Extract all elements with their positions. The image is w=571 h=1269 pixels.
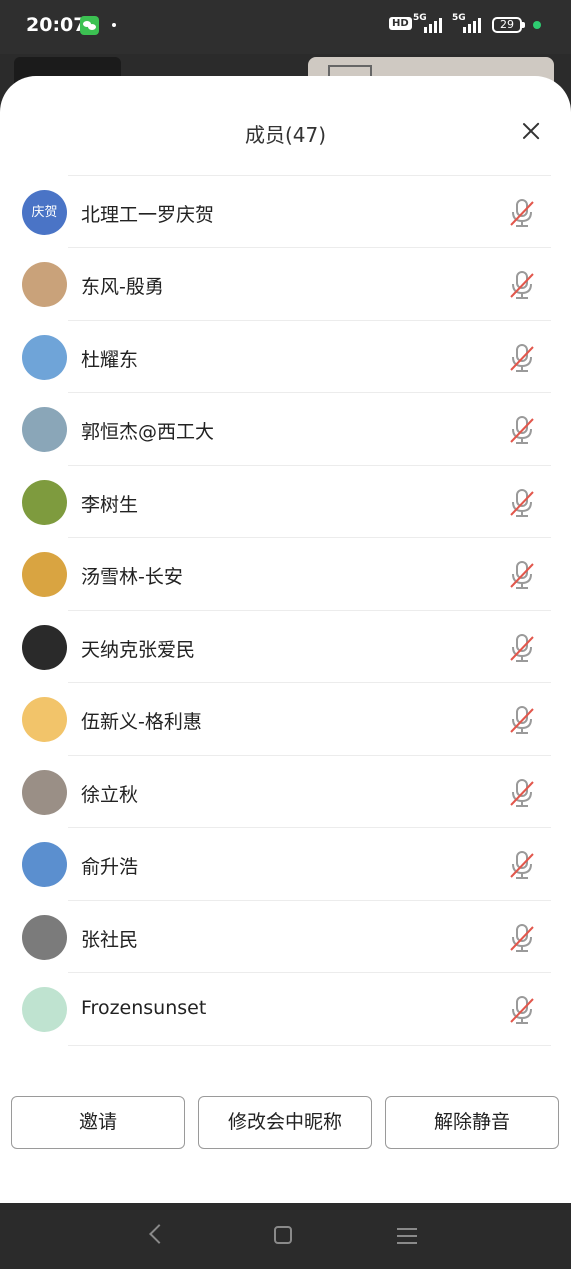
signal-icon: 5G [413,13,445,35]
avatar [22,914,67,960]
member-name: Frozensunset [81,997,207,1019]
member-row[interactable]: 杜耀东 [0,321,571,393]
net-label: 5G [413,13,427,23]
member-name: 俞升浩 [81,856,139,878]
member-name: 徐立秋 [81,783,139,806]
member-row[interactable]: 李树生 [0,466,571,538]
mic-muted-icon [508,343,536,373]
rename-button[interactable]: 修改会中昵称 [198,1096,372,1149]
member-row[interactable]: 庆贺 北理工一罗庆贺 [0,176,571,248]
avatar [22,697,67,742]
member-name: 杜耀东 [81,348,139,371]
hd-icon: HD [389,17,412,30]
member-name: 李树生 [81,493,139,516]
sheet-title: 成员(47) [244,123,327,147]
member-row[interactable]: 天纳克张爱民 [0,611,571,683]
back-icon[interactable] [149,1224,169,1244]
member-name: 郭恒杰@西工大 [81,421,215,443]
member-row[interactable]: 徐立秋 [0,756,571,828]
mic-muted-icon [508,270,536,300]
navigation-bar [0,1203,571,1269]
mic-muted-icon [508,923,536,953]
mic-muted-icon [508,633,536,663]
avatar [22,842,67,887]
avatar [22,479,67,525]
mic-muted-icon [508,778,536,808]
home-icon[interactable] [274,1226,292,1244]
mic-muted-icon [508,850,536,880]
member-name: 天纳克张爱民 [81,638,196,661]
wechat-icon [80,16,99,35]
green-dot-icon [533,21,541,29]
battery-icon: 29 [492,17,525,33]
mic-muted-icon [508,560,536,590]
member-row[interactable]: 东风-殷勇 [0,248,571,321]
net-label: 5G [452,13,466,23]
member-name: 北理工一罗庆贺 [81,203,215,226]
mic-muted-icon [508,415,536,445]
unmute-button[interactable]: 解除静音 [385,1096,559,1149]
battery-level: 29 [500,18,514,31]
avatar [22,624,67,670]
avatar [22,552,67,597]
menu-icon[interactable] [397,1228,417,1244]
avatar [22,262,67,307]
member-row[interactable]: 张社民 [0,901,571,973]
member-row[interactable]: 俞升浩 [0,828,571,901]
avatar [22,769,67,815]
action-bar: 邀请 修改会中昵称 解除静音 [0,1096,571,1152]
invite-button[interactable]: 邀请 [11,1096,185,1149]
member-row[interactable]: Frozensunset [0,973,571,1046]
member-name: 伍新义-格利惠 [81,711,202,733]
status-time: 20:07 [26,14,87,36]
mic-muted-icon [508,705,536,735]
member-row[interactable]: 汤雪林-长安 [0,538,571,611]
avatar: 庆贺 [22,189,67,235]
dot-icon [112,23,116,27]
mic-muted-icon [508,198,536,228]
mic-muted-icon [508,995,536,1025]
mic-muted-icon [508,488,536,518]
member-row[interactable]: 伍新义-格利惠 [0,683,571,756]
member-name: 东风-殷勇 [81,276,164,298]
avatar [22,987,67,1032]
members-sheet: 成员(47) 庆贺 北理工一罗庆贺 东风-殷勇 杜耀东 郭恒杰@西工大 李树生 汤雪林-长安… [0,76,571,1203]
member-name: 汤雪林-长安 [81,566,183,588]
member-row[interactable]: 郭恒杰@西工大 [0,393,571,466]
member-list[interactable]: 庆贺 北理工一罗庆贺 东风-殷勇 杜耀东 郭恒杰@西工大 李树生 汤雪林-长安 天纳克张爱民伍… [0,171,571,1082]
signal-icon: 5G [452,13,484,35]
avatar [22,334,67,380]
status-bar: 20:07 HD 5G 5G 29 [0,0,571,54]
divider [68,1044,551,1046]
member-name: 张社民 [81,928,139,951]
close-icon[interactable] [514,114,548,148]
avatar [22,407,67,452]
